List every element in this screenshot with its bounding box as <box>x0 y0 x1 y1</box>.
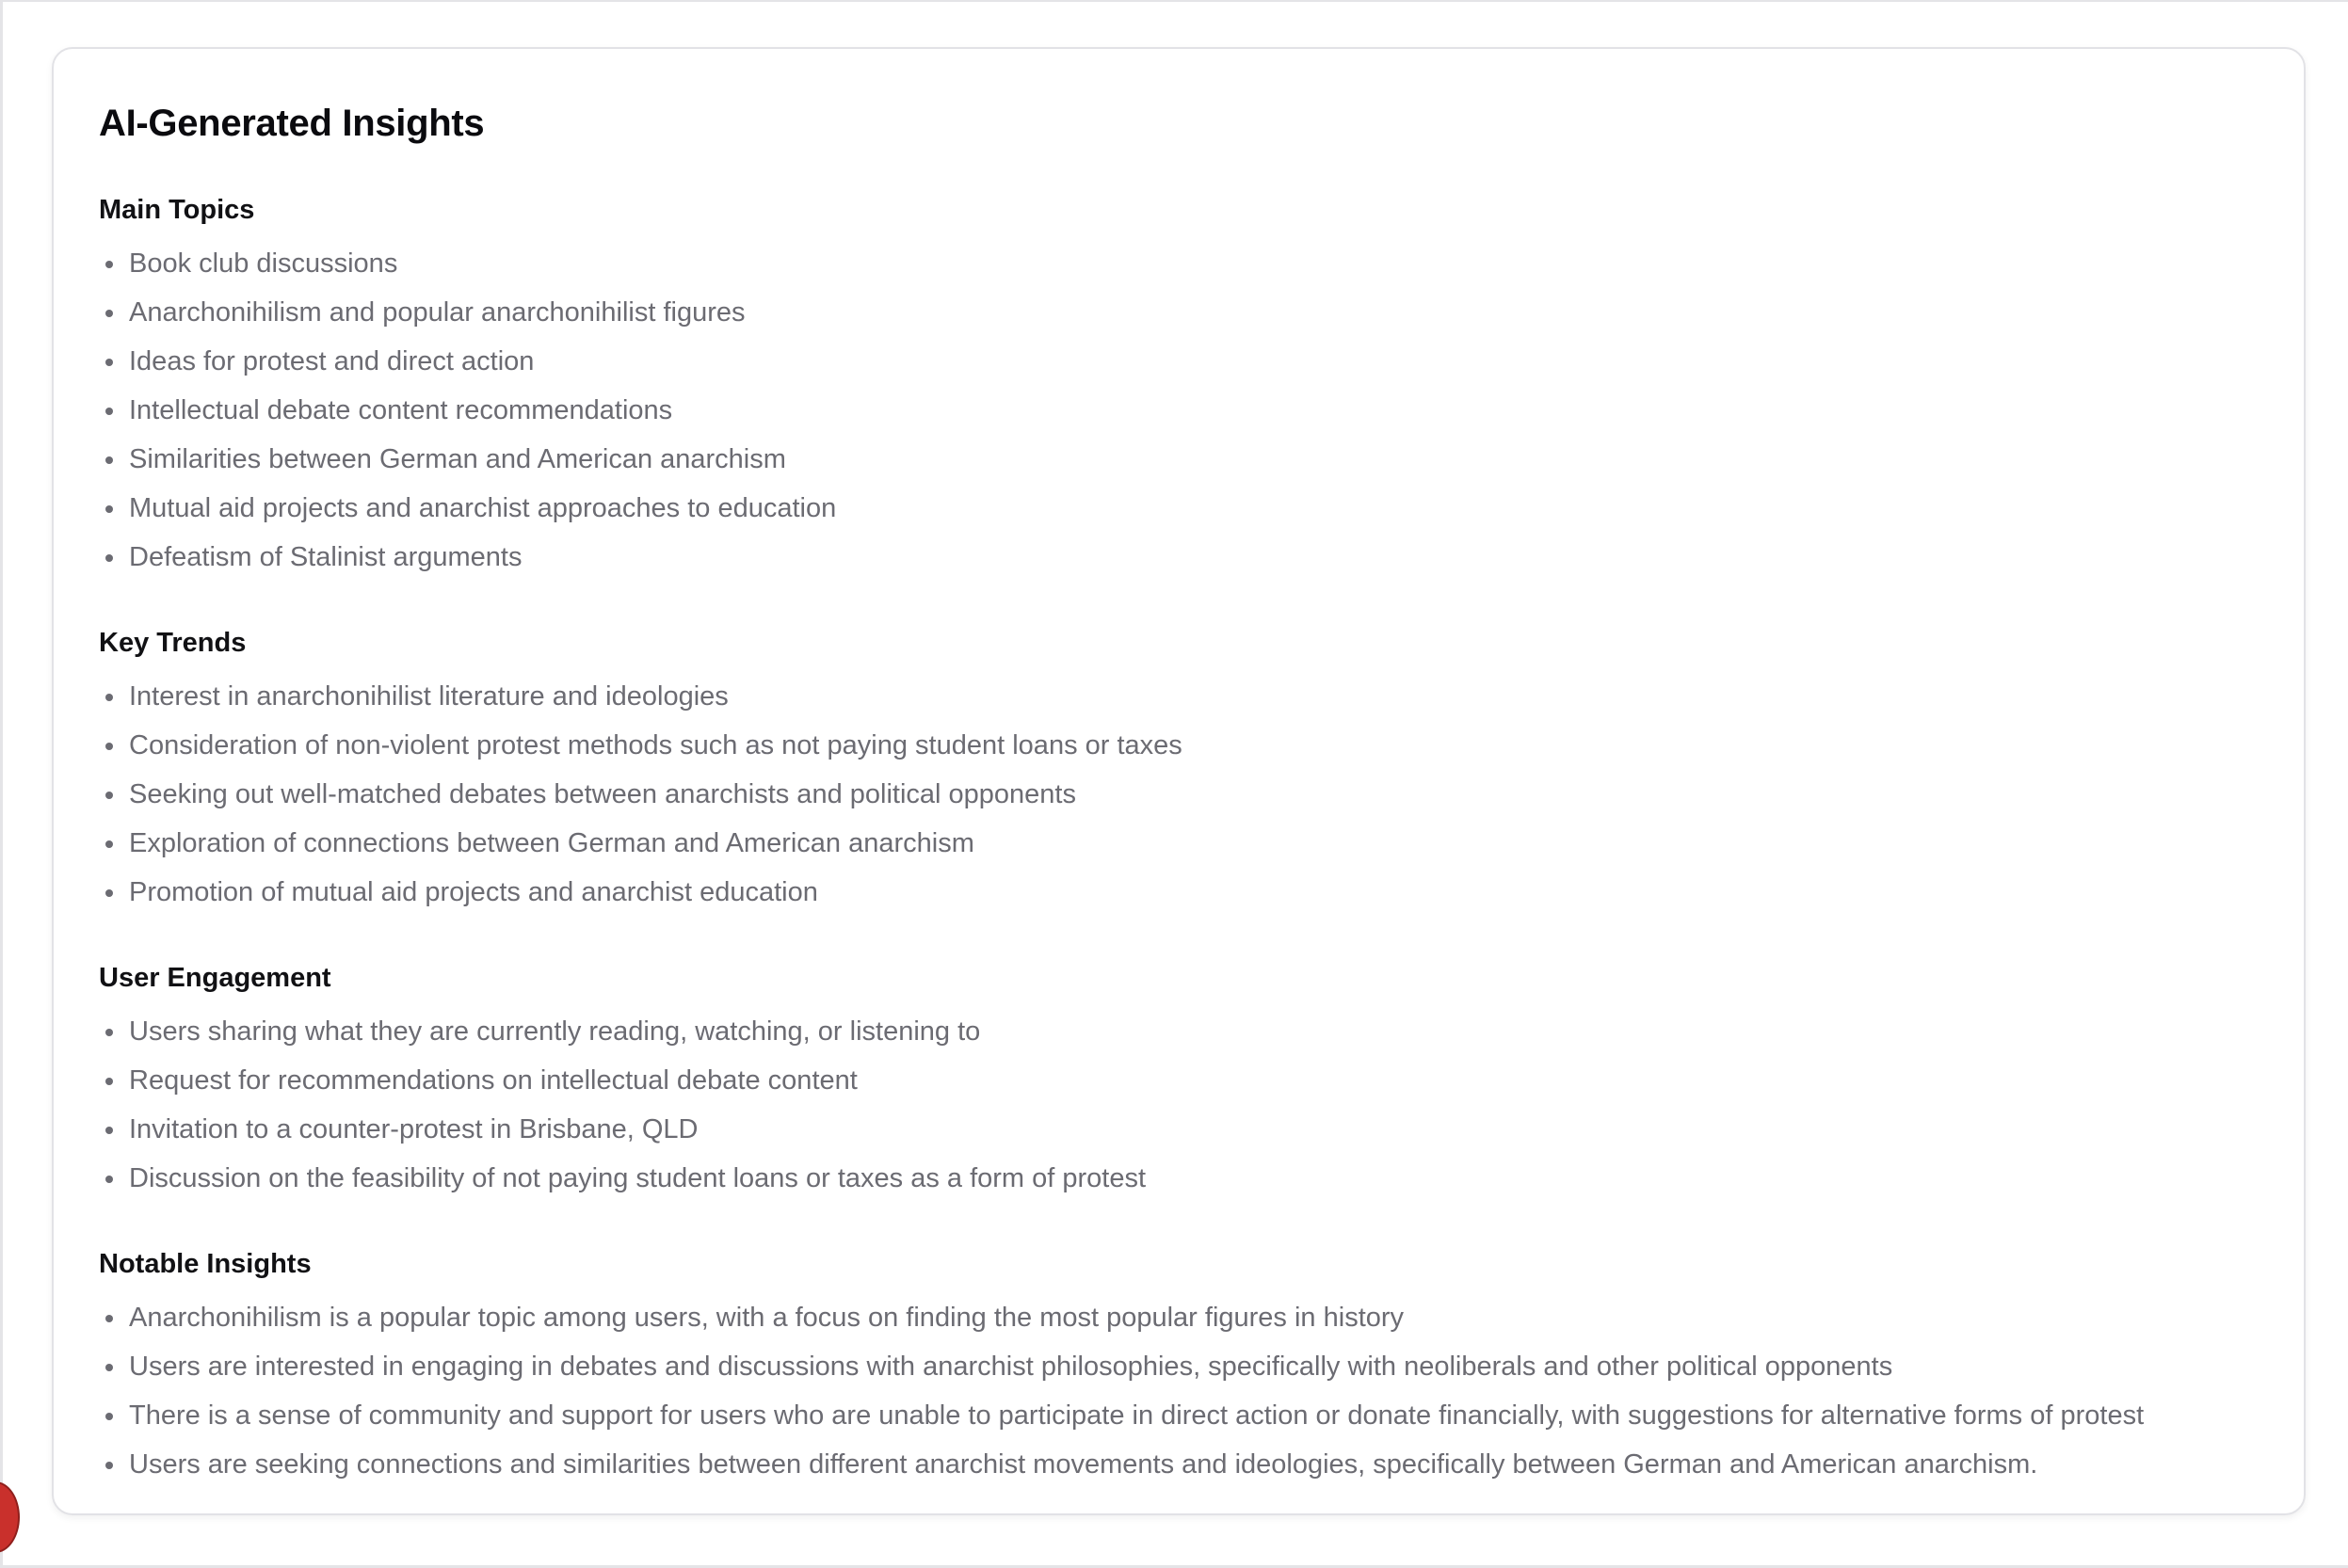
list-item: Defeatism of Stalinist arguments <box>99 533 2259 582</box>
section-title: Notable Insights <box>99 1249 312 1279</box>
section-title: Main Topics <box>99 195 255 225</box>
engagement-list: Users sharing what they are currently re… <box>99 1007 2259 1203</box>
insights-card: AI-Generated Insights Main Topics Book c… <box>52 47 2306 1515</box>
section-notable-insights: Notable Insights Anarchonihilism is a po… <box>99 1248 2259 1489</box>
list-item: Similarities between German and American… <box>99 435 2259 484</box>
list-item: Book club discussions <box>99 239 2259 288</box>
section-title: User Engagement <box>99 963 331 993</box>
list-item: Mutual aid projects and anarchist approa… <box>99 484 2259 533</box>
list-item: There is a sense of community and suppor… <box>99 1391 2259 1440</box>
list-item: Interest in anarchonihilist literature a… <box>99 672 2259 721</box>
topic-list: Book club discussions Anarchonihilism an… <box>99 239 2259 582</box>
card-title: AI-Generated Insights <box>99 103 485 144</box>
list-item: Anarchonihilism is a popular topic among… <box>99 1293 2259 1342</box>
section-key-trends: Key Trends Interest in anarchonihilist l… <box>99 627 2259 917</box>
insight-list: Anarchonihilism is a popular topic among… <box>99 1293 2259 1489</box>
list-item: Consideration of non-violent protest met… <box>99 721 2259 770</box>
trend-list: Interest in anarchonihilist literature a… <box>99 672 2259 917</box>
list-item: Seeking out well-matched debates between… <box>99 770 2259 819</box>
section-user-engagement: User Engagement Users sharing what they … <box>99 962 2259 1203</box>
floating-action-button[interactable] <box>0 1481 20 1553</box>
list-item: Users are seeking connections and simila… <box>99 1440 2259 1489</box>
list-item: Request for recommendations on intellect… <box>99 1056 2259 1105</box>
list-item: Invitation to a counter-protest in Brisb… <box>99 1105 2259 1154</box>
list-item: Exploration of connections between Germa… <box>99 819 2259 868</box>
list-item: Ideas for protest and direct action <box>99 337 2259 386</box>
section-title: Key Trends <box>99 628 247 658</box>
list-item: Discussion on the feasibility of not pay… <box>99 1154 2259 1203</box>
list-item: Users sharing what they are currently re… <box>99 1007 2259 1056</box>
section-main-topics: Main Topics Book club discussions Anarch… <box>99 194 2259 582</box>
list-item: Intellectual debate content recommendati… <box>99 386 2259 435</box>
list-item: Anarchonihilism and popular anarchonihil… <box>99 288 2259 337</box>
page: AI-Generated Insights Main Topics Book c… <box>0 0 2348 1568</box>
list-item: Users are interested in engaging in deba… <box>99 1342 2259 1391</box>
list-item: Promotion of mutual aid projects and ana… <box>99 868 2259 917</box>
